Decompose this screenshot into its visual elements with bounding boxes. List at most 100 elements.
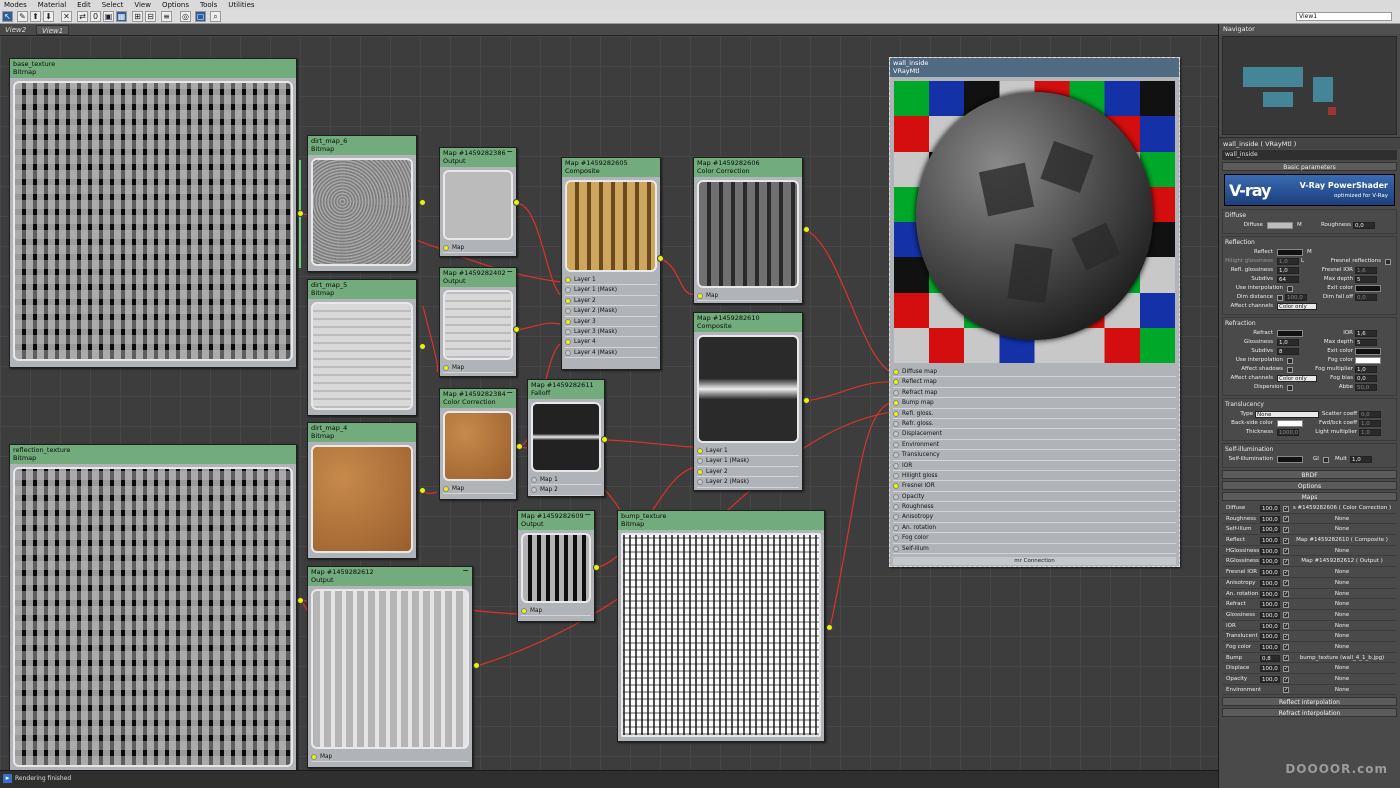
material-input-slot[interactable]: Diffuse map: [893, 367, 1176, 378]
map-enable-checkbox[interactable]: ✓: [1283, 526, 1289, 533]
abbe-input[interactable]: 50,0: [1355, 384, 1377, 391]
map-enable-checkbox[interactable]: ✓: [1283, 644, 1289, 651]
node-header[interactable]: dirt_map_6 Bitmap: [308, 136, 416, 155]
node-canvas[interactable]: base_texture Bitmap reflection_texture Bit…: [0, 36, 1218, 770]
node-dirt-map-6[interactable]: dirt_map_6 Bitmap: [307, 135, 417, 272]
select-by-material-icon[interactable]: ◎: [180, 11, 191, 22]
output-socket[interactable]: [473, 662, 480, 669]
map-slot-button[interactable]: None: [1292, 514, 1392, 525]
node-header[interactable]: Map #1459282612 Output −: [308, 567, 472, 586]
rollout-refract-interpolation[interactable]: Refract interpolation: [1222, 708, 1397, 718]
node-header[interactable]: dirt_map_4 Bitmap: [308, 423, 416, 442]
input-socket[interactable]: [565, 318, 571, 325]
input-slot[interactable]: Map: [443, 243, 513, 254]
menu-modes[interactable]: Modes: [4, 1, 27, 9]
map-amount-input[interactable]: 100,0: [1260, 611, 1280, 619]
collapse-icon[interactable]: −: [584, 511, 591, 519]
menu-edit[interactable]: Edit: [77, 1, 91, 9]
node-composite-605[interactable]: Map #1459282605 Composite Layer 1 Layer 1…: [561, 157, 661, 370]
map-slot-button[interactable]: Map #1459282610 ( Composite ): [1292, 535, 1392, 546]
output-socket[interactable]: [419, 343, 426, 350]
map-slot-button[interactable]: Map #1459282612 ( Output ): [1292, 556, 1392, 567]
output-socket[interactable]: [513, 199, 520, 206]
material-input-slot[interactable]: Refract map: [893, 388, 1176, 399]
reflect-color-swatch[interactable]: [1277, 249, 1303, 256]
map-slot-button[interactable]: None: [1292, 642, 1392, 653]
input-socket[interactable]: [443, 245, 449, 251]
input-socket[interactable]: [443, 365, 449, 371]
refr-interp-checkbox[interactable]: [1287, 357, 1293, 364]
layout-all-icon[interactable]: ⊞: [132, 11, 143, 22]
refr-exit-color-swatch[interactable]: [1355, 348, 1381, 355]
input-socket[interactable]: [893, 379, 899, 386]
input-socket[interactable]: [893, 431, 899, 438]
map-enable-checkbox[interactable]: ✓: [1283, 558, 1289, 565]
exit-color-swatch[interactable]: [1355, 285, 1381, 292]
node-composite-610[interactable]: Map #1459282610 Composite Layer 1 Layer 1…: [693, 312, 803, 491]
output-socket[interactable]: [826, 624, 833, 631]
fog-multiplier-input[interactable]: 1,0: [1355, 366, 1377, 373]
input-socket[interactable]: [893, 504, 899, 511]
node-output-402[interactable]: Map #1459282402 Output − Map: [439, 267, 517, 377]
input-slot[interactable]: Map 2: [531, 485, 601, 496]
nav-toggle-icon[interactable]: ▢: [195, 11, 206, 22]
input-slot[interactable]: Map: [521, 606, 591, 617]
map-amount-input[interactable]: 100,0: [1260, 622, 1280, 630]
assign-material-icon[interactable]: ⬇: [43, 11, 54, 22]
ior-input[interactable]: 1,6: [1355, 330, 1377, 337]
render-status-icon[interactable]: ▸: [3, 774, 12, 783]
input-socket[interactable]: [893, 420, 899, 427]
node-header[interactable]: Map #1459282610 Composite: [694, 313, 802, 332]
input-socket[interactable]: [893, 410, 899, 417]
map-slot-button[interactable]: None: [1292, 567, 1392, 578]
refract-color-swatch[interactable]: [1277, 330, 1303, 337]
dispersion-checkbox[interactable]: [1287, 384, 1293, 391]
output-socket[interactable]: [516, 443, 523, 450]
refr-subdivs-input[interactable]: 8: [1277, 348, 1299, 355]
map-amount-input[interactable]: 100,0: [1260, 579, 1280, 587]
material-input-slot[interactable]: Roughness: [893, 502, 1176, 513]
node-header[interactable]: dirt_map_5 Bitmap: [308, 280, 416, 299]
menu-select[interactable]: Select: [102, 1, 124, 9]
refr-affect-channels-select[interactable]: Color only: [1277, 375, 1317, 382]
delete-icon[interactable]: ✕: [61, 11, 72, 22]
input-socket[interactable]: [697, 293, 703, 299]
input-socket[interactable]: [311, 754, 317, 760]
output-socket[interactable]: [297, 597, 304, 604]
input-socket[interactable]: [531, 487, 537, 494]
node-header[interactable]: wall_inside VRayMtl: [890, 58, 1179, 77]
input-slot[interactable]: Layer 2 (Mask): [565, 306, 657, 317]
menu-material[interactable]: Material: [38, 1, 66, 9]
node-bump-texture[interactable]: bump_texture Bitmap: [617, 510, 825, 742]
map-amount-input[interactable]: 100,0: [1260, 590, 1280, 598]
navigator-view[interactable]: [1222, 36, 1397, 135]
tab-view1[interactable]: View1: [36, 25, 70, 35]
find-icon[interactable]: ⌕: [210, 11, 221, 22]
input-socket[interactable]: [893, 441, 899, 448]
input-socket[interactable]: [531, 477, 537, 483]
material-input-slot[interactable]: Self-illum: [893, 544, 1176, 555]
input-slot[interactable]: Layer 3: [565, 317, 657, 327]
node-header[interactable]: Map #1459282402 Output −: [440, 268, 516, 287]
input-socket[interactable]: [565, 297, 571, 304]
map-slot-button[interactable]: None: [1292, 546, 1392, 557]
input-slot[interactable]: Layer 2: [697, 467, 799, 478]
input-socket[interactable]: [893, 524, 899, 531]
map-slot-button[interactable]: bump_texture (wall_4_1_b.jpg): [1292, 653, 1392, 664]
map-enable-checkbox[interactable]: ✓: [1283, 516, 1289, 523]
collapse-icon[interactable]: −: [506, 148, 513, 156]
map-amount-input[interactable]: 100,0: [1260, 569, 1280, 577]
map-enable-checkbox[interactable]: ✓: [1283, 665, 1289, 672]
input-socket[interactable]: [565, 328, 571, 335]
input-socket[interactable]: [893, 514, 899, 521]
input-slot[interactable]: Layer 4: [565, 337, 657, 348]
fog-color-swatch[interactable]: [1355, 357, 1381, 364]
pick-material-icon[interactable]: ✎: [17, 11, 28, 22]
input-socket[interactable]: [697, 458, 703, 465]
input-socket[interactable]: [697, 448, 703, 454]
material-input-slot[interactable]: Environment: [893, 440, 1176, 451]
roughness-input[interactable]: 0,0: [1353, 222, 1375, 229]
input-socket[interactable]: [565, 287, 571, 294]
map-amount-input[interactable]: 100,0: [1260, 676, 1280, 683]
collapse-icon[interactable]: −: [506, 268, 513, 276]
